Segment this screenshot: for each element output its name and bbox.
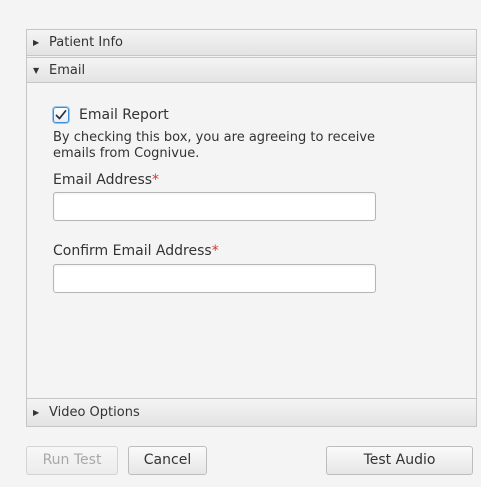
- accordion-label-video-options: Video Options: [49, 405, 140, 420]
- accordion-header-patient-info[interactable]: ▶ Patient Info: [27, 30, 476, 56]
- triangle-right-icon: ▶: [33, 408, 40, 417]
- run-test-button[interactable]: Run Test: [26, 446, 118, 475]
- required-marker: *: [211, 243, 219, 259]
- required-marker: *: [152, 172, 160, 188]
- email-report-label: Email Report: [79, 107, 169, 123]
- accordion-header-email[interactable]: ▼ Email: [27, 57, 476, 83]
- email-report-checkbox[interactable]: [53, 107, 69, 123]
- settings-accordion: ▶ Patient Info ▼ Email Email Report By che…: [26, 29, 477, 427]
- email-address-label: Email Address*: [53, 172, 159, 188]
- email-address-input[interactable]: [53, 192, 376, 221]
- email-report-checkbox-row[interactable]: Email Report: [53, 105, 169, 125]
- confirm-email-input[interactable]: [53, 264, 376, 293]
- accordion-header-video-options[interactable]: ▶ Video Options: [27, 398, 476, 426]
- email-address-label-text: Email Address: [53, 172, 153, 188]
- checkmark-icon: [55, 110, 67, 120]
- agreement-text: By checking this box, you are agreeing t…: [53, 130, 376, 161]
- triangle-down-icon: ▼: [33, 66, 40, 75]
- triangle-right-icon: ▶: [33, 38, 40, 47]
- email-section: Email Report By checking this box, you a…: [27, 84, 476, 398]
- test-audio-button[interactable]: Test Audio: [326, 446, 473, 475]
- cancel-button[interactable]: Cancel: [128, 446, 207, 475]
- accordion-label-patient-info: Patient Info: [49, 35, 124, 50]
- accordion-label-email: Email: [49, 63, 86, 78]
- confirm-email-label: Confirm Email Address*: [53, 243, 219, 259]
- confirm-email-label-text: Confirm Email Address: [53, 243, 212, 259]
